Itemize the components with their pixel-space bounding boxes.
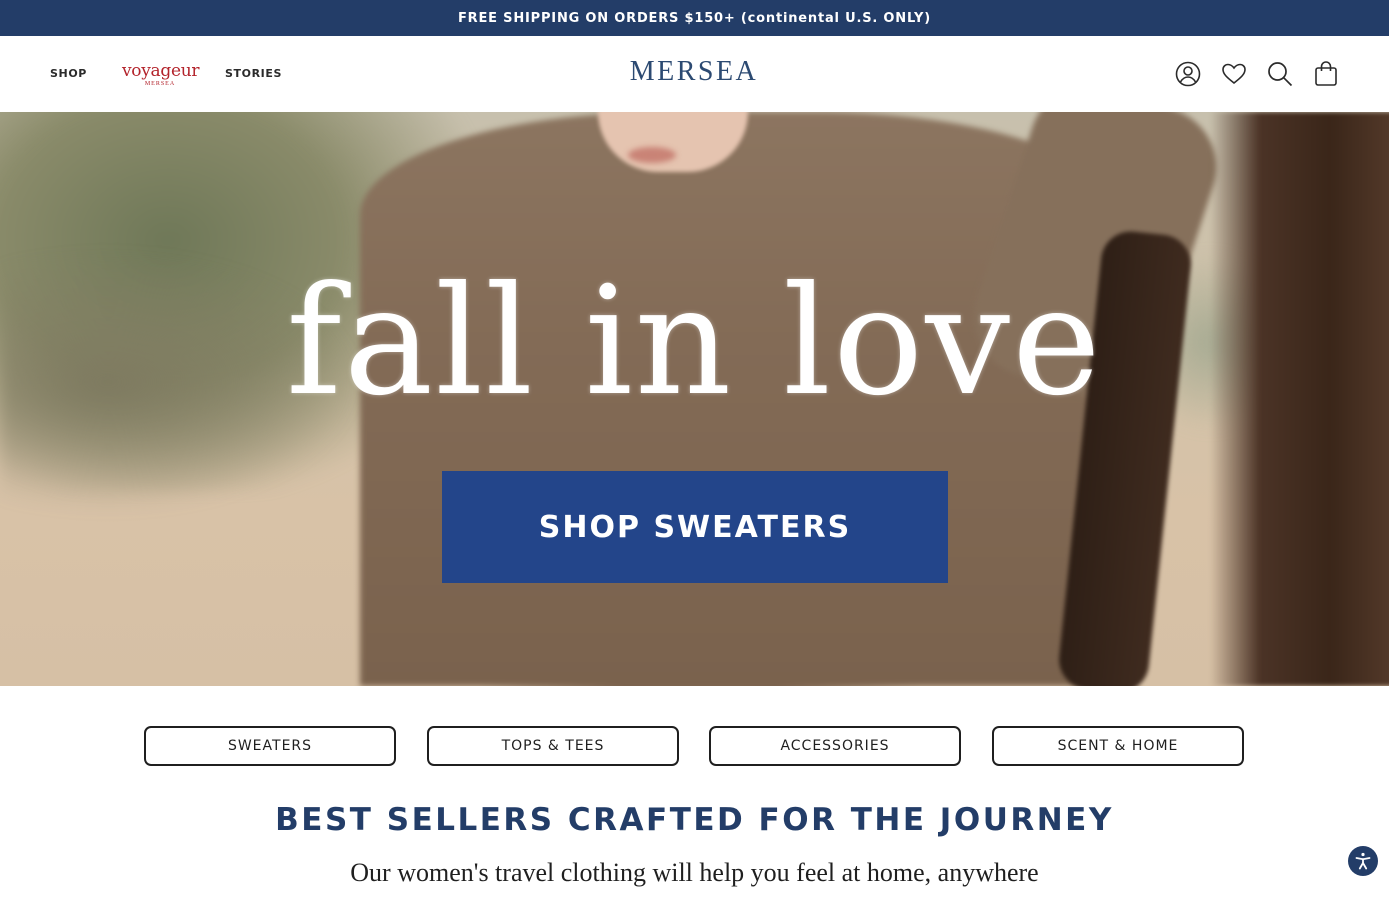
category-accessories-button[interactable]: ACCESSORIES [709, 726, 961, 766]
bag-icon[interactable] [1312, 60, 1340, 88]
nav-stories[interactable]: STORIES [225, 67, 282, 80]
hero-headline: fall in love [286, 255, 1103, 429]
accessibility-icon[interactable] [1348, 846, 1378, 876]
hero-banner: fall in love SHOP SWEATERS [0, 112, 1389, 686]
announcement-bar: FREE SHIPPING ON ORDERS $150+ (continent… [0, 0, 1389, 36]
category-tops-tees-button[interactable]: TOPS & TEES [427, 726, 679, 766]
account-icon[interactable] [1174, 60, 1202, 88]
voyageur-wordmark: voyageur [122, 61, 200, 81]
bestsellers-subtitle: Our women's travel clothing will help yo… [350, 858, 1039, 887]
hero-model-face [628, 147, 676, 163]
heart-icon[interactable] [1220, 60, 1248, 88]
voyageur-subtext: MERSEA [144, 81, 176, 87]
search-icon[interactable] [1266, 60, 1294, 88]
nav-shop[interactable]: SHOP [50, 67, 87, 80]
announcement-text: FREE SHIPPING ON ORDERS $150+ (continent… [458, 10, 931, 26]
mersea-logo[interactable]: MERSEA [594, 56, 794, 88]
shop-sweaters-button[interactable]: SHOP SWEATERS [442, 471, 948, 583]
category-scent-home-button[interactable]: SCENT & HOME [992, 726, 1244, 766]
bestsellers-title: BEST SELLERS CRAFTED FOR THE JOURNEY [275, 802, 1114, 838]
site-header: SHOP voyageur MERSEA STORIES MERSEA [0, 36, 1389, 112]
category-sweaters-button[interactable]: SWEATERS [144, 726, 396, 766]
category-buttons: SWEATERS TOPS & TEES ACCESSORIES SCENT &… [0, 726, 1389, 766]
voyageur-logo-link[interactable]: voyageur MERSEA [122, 61, 200, 92]
